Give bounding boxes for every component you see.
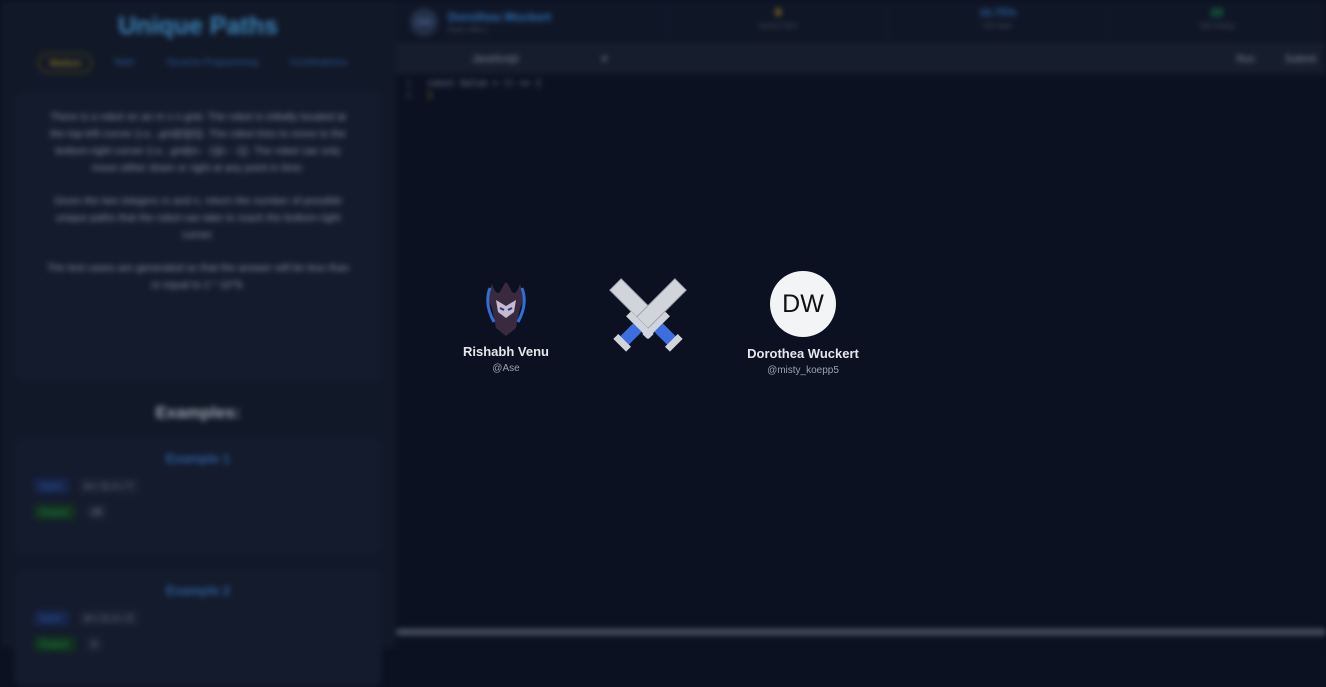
crossed-swords-icon — [609, 278, 687, 352]
player-1: Rishabh Venu @Ase — [416, 278, 596, 374]
player-1-handle: @Ase — [492, 363, 520, 374]
player-2: DW Dorothea Wuckert @misty_koepp5 — [713, 271, 893, 376]
match-overlay: Rishabh Venu @Ase DW Dorothea Wuckert @m… — [0, 0, 1326, 648]
player-2-avatar: DW — [770, 271, 836, 337]
player-avatar-icon — [486, 282, 526, 336]
player-2-name: Dorothea Wuckert — [747, 346, 859, 361]
player-2-handle: @misty_koepp5 — [767, 365, 839, 376]
player-1-name: Rishabh Venu — [463, 344, 549, 359]
